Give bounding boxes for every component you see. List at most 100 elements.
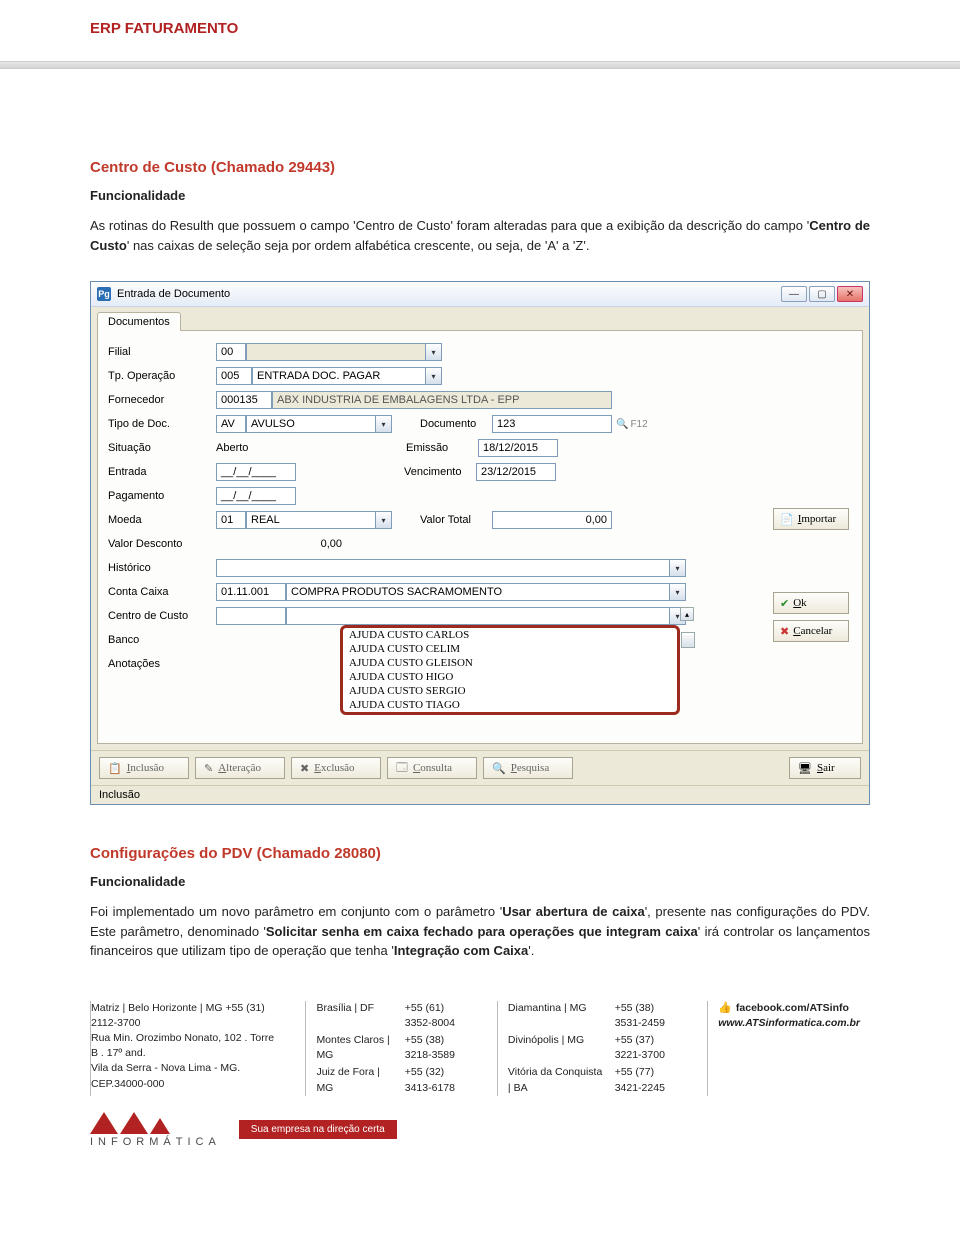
entrada-input[interactable]: __/__/____ (216, 463, 296, 481)
consulta-button[interactable]: 🗔 Consulta (387, 757, 477, 779)
label-valor-total: Valor Total (420, 514, 492, 526)
section2-subtitle: Funcionalidade (90, 874, 870, 889)
logo-row: INFORMÁTICA Sua empresa na direção certa (90, 1112, 870, 1148)
company-logo: INFORMÁTICA (90, 1112, 221, 1148)
view-icon: 🗔 (396, 759, 408, 778)
label-filial: Filial (108, 346, 216, 358)
tp-operacao-desc-input[interactable]: ENTRADA DOC. PAGAR (252, 367, 426, 385)
text: ' nas caixas de seleção seja por ordem a… (127, 238, 590, 253)
label-documento: Documento (420, 418, 492, 430)
button-label: Alteração (218, 762, 261, 774)
fornecedor-desc-input[interactable]: ABX INDUSTRIA DE EMBALAGENS LTDA - EPP (272, 391, 612, 409)
moeda-code-input[interactable]: 01 (216, 511, 246, 529)
tp-operacao-dropdown-icon[interactable]: ▾ (426, 367, 442, 385)
label-fornecedor: Fornecedor (108, 394, 216, 406)
moeda-desc-input[interactable]: REAL (246, 511, 376, 529)
button-label: Cancelar (793, 625, 832, 637)
page-footer: Matriz | Belo Horizonte | MG +55 (31) 21… (90, 1001, 870, 1096)
logo-triangle-icon (120, 1112, 148, 1134)
list-item[interactable]: AJUDA CUSTO CELIM (343, 642, 677, 656)
pagamento-input[interactable]: __/__/____ (216, 487, 296, 505)
label-emissao: Emissão (406, 442, 478, 454)
list-item[interactable]: AJUDA CUSTO SERGIO (343, 684, 677, 698)
status-bar: Inclusão (91, 785, 869, 804)
emissao-input[interactable]: 18/12/2015 (478, 439, 558, 457)
centro-custo-dropdown-list[interactable]: AJUDA CUSTO CARLOS AJUDA CUSTO CELIM AJU… (340, 625, 680, 715)
conta-caixa-dropdown-icon[interactable]: ▾ (670, 583, 686, 601)
footer-phone: +55 (37) 3221-3700 (615, 1033, 684, 1063)
facebook-link[interactable]: facebook.com/ATSinfo (718, 1001, 860, 1017)
tab-documentos[interactable]: Documentos (97, 312, 181, 331)
sair-button[interactable]: 🖥 Sair (789, 757, 861, 779)
search-icon[interactable]: 🔍 (616, 419, 628, 430)
exit-icon: 🖥 (798, 762, 812, 775)
vencimento-input[interactable]: 23/12/2015 (476, 463, 556, 481)
button-label: Ok (793, 597, 806, 609)
scrollbar-thumb[interactable] (681, 632, 695, 648)
button-label: Exclusão (314, 762, 354, 774)
footer-phone: +55 (77) 3421-2245 (615, 1065, 684, 1095)
website-link[interactable]: www.ATSinformatica.com.br (718, 1016, 860, 1031)
centro-custo-desc-input[interactable] (286, 607, 670, 625)
conta-caixa-desc-input[interactable]: COMPRA PRODUTOS SACRAMOMENTO (286, 583, 670, 601)
button-label: Importar (798, 513, 837, 525)
filial-dropdown-icon[interactable]: ▾ (426, 343, 442, 361)
footer-line: Vila da Serra - Nova Lima - MG. CEP.3400… (91, 1061, 281, 1091)
add-icon: 📋 (108, 762, 122, 775)
label-valor-desconto: Valor Desconto (108, 538, 216, 550)
logo-triangle-icon (90, 1112, 118, 1134)
footer-city: Vitória da Conquista | BA (508, 1065, 603, 1095)
tipo-doc-dropdown-icon[interactable]: ▾ (376, 415, 392, 433)
inclusao-button[interactable]: 📋Inclusão (99, 757, 189, 779)
historico-dropdown-icon[interactable]: ▾ (670, 559, 686, 577)
valor-total-input[interactable]: 0,00 (492, 511, 612, 529)
ok-button[interactable]: Ok (773, 592, 849, 614)
footer-line: Rua Min. Orozimbo Nonato, 102 . Torre B … (91, 1031, 281, 1061)
logo-text: INFORMÁTICA (90, 1136, 221, 1148)
historico-input[interactable] (216, 559, 670, 577)
tp-operacao-code-input[interactable]: 005 (216, 367, 252, 385)
list-item[interactable]: AJUDA CUSTO TIAGO (343, 698, 677, 712)
alteracao-button[interactable]: ✎Alteração (195, 757, 285, 779)
label-historico: Histórico (108, 562, 216, 574)
bottom-toolbar: 📋Inclusão ✎Alteração ✖Exclusão 🗔 Consulta… (91, 750, 869, 785)
link-text: www.ATSinformatica.com.br (718, 1017, 860, 1029)
list-item[interactable]: AJUDA CUSTO CARLOS (343, 628, 677, 642)
footer-phone: +55 (61) 3352-8004 (405, 1001, 473, 1031)
label-tp-operacao: Tp. Operação (108, 370, 216, 382)
documento-input[interactable]: 123 (492, 415, 612, 433)
label-tipo-doc: Tipo de Doc. (108, 418, 216, 430)
centro-custo-code-input[interactable] (216, 607, 286, 625)
filial-desc-input[interactable] (246, 343, 426, 361)
maximize-button[interactable]: ▢ (809, 286, 835, 302)
conta-caixa-code-input[interactable]: 01.11.001 (216, 583, 286, 601)
section1-paragraph: As rotinas do Resulth que possuem o camp… (90, 216, 870, 255)
tipo-doc-code-input[interactable]: AV (216, 415, 246, 433)
button-label: Sair (817, 762, 835, 774)
footer-city: Montes Claros | MG (316, 1033, 392, 1063)
logo-triangle-icon (150, 1118, 170, 1134)
text: As rotinas do Resulth que possuem o camp… (90, 218, 809, 233)
footer-city: Divinópolis | MG (508, 1033, 603, 1063)
scroll-up-icon[interactable]: ▴ (680, 607, 694, 621)
list-item[interactable]: AJUDA CUSTO HIGO (343, 670, 677, 684)
exclusao-button[interactable]: ✖Exclusão (291, 757, 381, 779)
search-icon: 🔍 (492, 762, 506, 775)
form-area: Filial 00 ▾ Tp. Operação 005 ENTRADA DOC… (97, 330, 863, 744)
cancelar-button[interactable]: Cancelar (773, 620, 849, 642)
minimize-button[interactable]: — (781, 286, 807, 302)
fornecedor-code-input[interactable]: 000135 (216, 391, 272, 409)
footer-col-offices-2: Diamantina | MG+55 (38) 3531-2459 Divinó… (497, 1001, 693, 1096)
footer-col-matriz: Matriz | Belo Horizonte | MG +55 (31) 21… (91, 1001, 291, 1096)
filial-code-input[interactable]: 00 (216, 343, 246, 361)
import-icon (780, 513, 794, 526)
importar-button[interactable]: Importar (773, 508, 849, 530)
list-item[interactable]: AJUDA CUSTO GLEISON (343, 656, 677, 670)
text: '. (528, 943, 534, 958)
header-rule (0, 61, 960, 69)
tipo-doc-desc-input[interactable]: AVULSO (246, 415, 376, 433)
button-label: Consulta (413, 762, 452, 774)
pesquisa-button[interactable]: 🔍Pesquisa (483, 757, 573, 779)
close-button[interactable]: ✕ (837, 286, 863, 302)
moeda-dropdown-icon[interactable]: ▾ (376, 511, 392, 529)
